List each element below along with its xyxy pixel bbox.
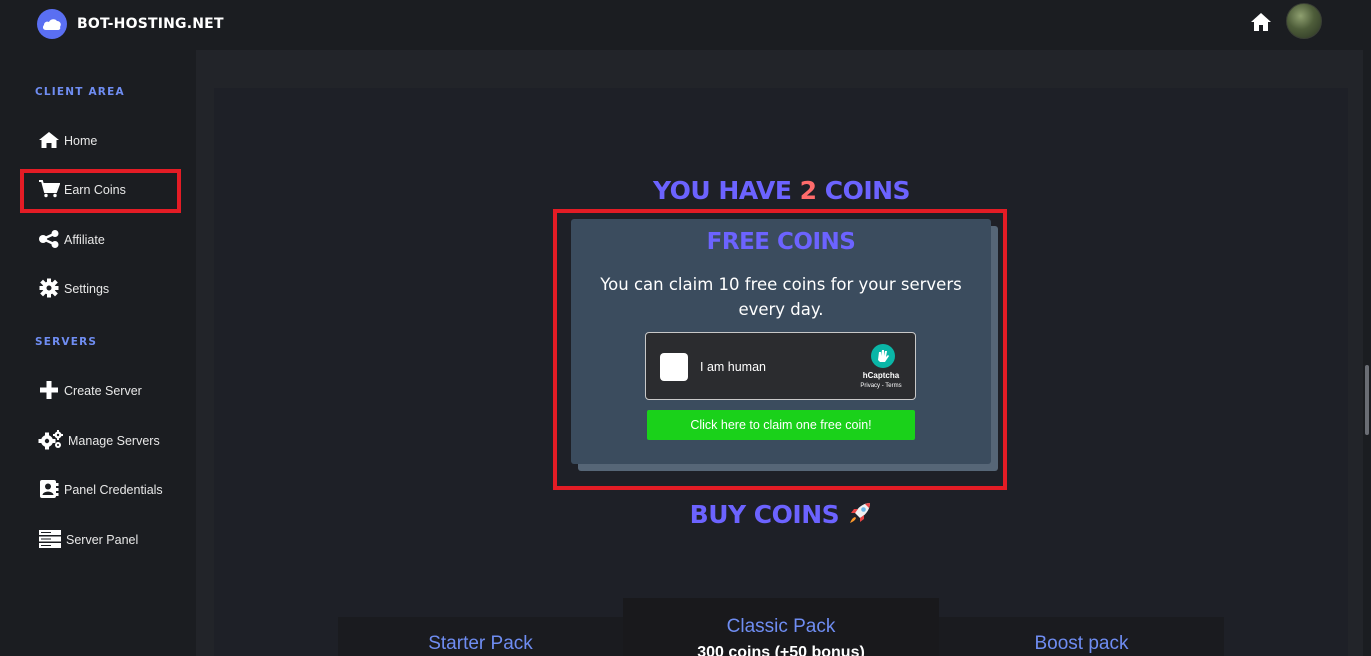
sidebar [0,50,196,656]
section-title-servers: SERVERS [35,336,98,348]
sidebar-item-affiliate[interactable]: Affiliate [38,229,105,251]
section-title-client-area: CLIENT AREA [35,86,125,98]
boost-pack-card: Boost pack [939,617,1224,656]
cloud-icon [37,9,67,39]
starter-pack-card: Starter Pack [338,617,623,656]
sidebar-item-manage-servers[interactable]: Manage Servers [38,429,160,453]
server-icon [38,529,62,552]
sidebar-item-settings[interactable]: Settings [38,278,109,300]
share-icon [38,229,60,251]
gear-icon [38,278,60,301]
gears-icon [38,429,64,453]
sidebar-item-label: Panel Credentials [64,483,163,497]
sidebar-item-create-server[interactable]: Create Server [38,380,142,402]
classic-pack-card: Classic Pack 300 coins (+50 bonus) [623,598,939,656]
coin-balance-heading: YOU HAVE 2 COINS [0,176,1371,205]
sidebar-item-server-panel[interactable]: Server Panel [38,529,138,551]
highlight-box [553,209,1007,490]
sidebar-item-panel-credentials[interactable]: Panel Credentials [38,479,163,501]
classic-pack-coins: 300 coins (+50 bonus) [697,644,865,656]
buy-coins-label: BUY COINS [689,500,840,529]
plus-icon [38,380,60,403]
coin-balance-count: 2 [799,176,817,205]
classic-pack-title: Classic Pack [726,616,836,637]
rocket-icon [847,500,873,529]
boost-pack-title: Boost pack [1034,633,1129,654]
sidebar-item-label: Home [64,134,98,148]
sidebar-item-label: Create Server [64,384,142,398]
coin-balance-prefix: YOU HAVE [652,176,800,205]
sidebar-item-label: Server Panel [66,533,139,547]
address-book-icon [38,479,60,502]
brand-logo[interactable]: BOT-HOSTING.NET [37,9,224,39]
top-bar: BOT-HOSTING.NET [0,0,1371,50]
sidebar-item-label: Affiliate [64,233,105,247]
sidebar-item-home[interactable]: Home [38,130,97,152]
buy-coins-heading: BUY COINS [0,500,1371,529]
avatar[interactable] [1286,3,1322,39]
sidebar-item-label: Manage Servers [68,434,160,448]
coin-balance-suffix: COINS [816,176,911,205]
brand-name: BOT-HOSTING.NET [77,16,224,32]
starter-pack-title: Starter Pack [428,633,533,654]
home-icon [38,131,60,152]
scrollbar-thumb[interactable] [1365,365,1369,435]
home-icon[interactable] [1250,12,1272,32]
scrollbar[interactable] [1363,50,1371,656]
sidebar-item-label: Settings [64,282,110,296]
